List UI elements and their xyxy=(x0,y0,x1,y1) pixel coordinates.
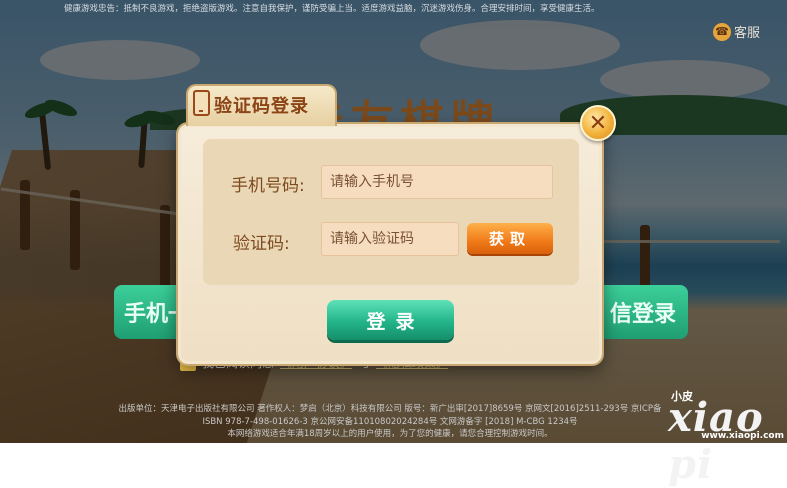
login-button[interactable]: 登录 xyxy=(327,300,454,340)
get-code-button[interactable]: 获取 xyxy=(467,223,553,254)
watermark-logo: xiao pi xyxy=(668,394,764,488)
close-button[interactable]: ✕ xyxy=(580,105,616,141)
headset-icon: ☎ xyxy=(713,22,731,41)
dialog-title: 验证码登录 xyxy=(214,96,309,117)
phone-icon xyxy=(193,90,210,116)
code-label: 验证码: xyxy=(233,234,290,254)
form-panel xyxy=(203,139,579,285)
footer-line: ISBN 978-7-498-01626-3 京公网安备110108020242… xyxy=(202,417,578,427)
site-watermark: 小皮 xiao pi www.xiaopi.com xyxy=(668,388,784,488)
watermark-url: www.xiaopi.com xyxy=(701,431,784,441)
customer-service-label: 客服 xyxy=(734,26,761,41)
customer-service-button[interactable]: ☎ 客服 xyxy=(713,22,760,41)
footer-line: 本网络游戏适合年满18周岁以上的用户使用，为了您的健康，请您合理控制游戏时间。 xyxy=(227,429,553,439)
phone-label: 手机号码: xyxy=(231,176,305,196)
footer-line: 出版单位：天津电子出版社有限公司 著作权人：梦启（北京）科技有限公司 版号：新广… xyxy=(118,404,662,414)
code-input[interactable] xyxy=(321,222,459,256)
phone-input[interactable] xyxy=(321,165,553,199)
health-notice: 健康游戏忠告：抵制不良游戏，拒绝盗版游戏。注意自我保护，谨防受骗上当。适度游戏益… xyxy=(64,4,600,14)
